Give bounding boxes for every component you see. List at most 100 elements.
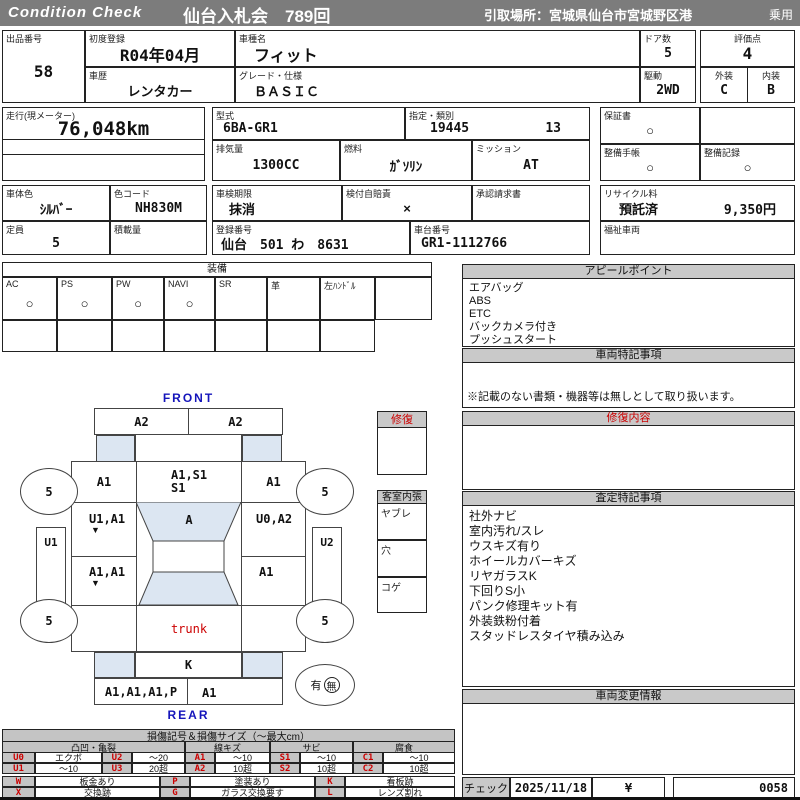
warranty-blank-cell [700,107,795,144]
front-bumper-left-code: A2 [134,414,149,429]
approval-request-cell: 承認請求書 [472,185,590,221]
legend-desc-u1: ～10 [35,763,102,774]
repair-mini-body [377,427,427,475]
legend-desc-w: 板金あり [35,776,160,787]
inspector-cell: ¥ [592,777,665,798]
body-color-cell: 車体色 ｼﾙﾊﾞｰ [2,185,110,221]
check-label-cell: チェック [462,777,510,798]
rear-bumper-left-cell: A1,A1,A1,P [94,678,188,705]
recycle-status-value: 預託済 [619,201,659,217]
rear-door-left-code: A1,A1 [89,565,126,579]
front-bumper-left-cell: A2 [94,408,189,435]
first-registration-value: R04年04月 [119,45,201,65]
cabin-row-hole-label: 穴 [381,546,391,557]
check-date-cell: 2025/11/18 [510,777,592,798]
change-info-content [462,703,795,775]
fuel-cell: 燃料 ｶﾞｿﾘﾝ [340,140,472,181]
legend-code-c1: C1 [353,752,383,763]
approval-request-label: 承認請求書 [476,189,522,199]
spare-yes-label: 有 [310,680,322,692]
equipment-value-ac: ○ [25,296,34,311]
repair-details-title: 修復内容 [462,411,795,426]
rear-door-right-code: A1 [259,565,274,579]
rear-door-left-cell: A1,A1 ▼ [71,556,137,606]
equipment-cell-blank [375,277,432,320]
legend-desc-p: 塗装あり [190,776,315,787]
legend-desc-u0: エクボ [35,752,102,763]
rear-bumper-left-code: A1,A1,A1,P [104,684,178,699]
maintenance-book-value: ○ [646,160,654,175]
insurance-value: × [403,200,411,216]
legend-code-a1: A1 [185,752,215,763]
equipment-title: 装備 [2,262,432,277]
inspection-value: 抹消 [229,201,256,217]
legend-desc-a1: ～10 [215,752,270,763]
wheel-front-left: 5 [20,468,78,515]
equipment-label-sr: SR [219,279,232,289]
legend-code-s1: S1 [270,752,300,763]
history-cell: 車歴 レンタカー [85,67,235,103]
legend-desc-u3: 20超 [132,763,185,774]
spare-tire-indicator: 有 無 [295,664,355,706]
drive-value: 2WD [656,82,680,98]
equipment-row2-cell [267,320,320,352]
wheel-rear-left: 5 [20,599,78,643]
equipment-row2-cell [320,320,375,352]
warranty-cell: 保証書 ○ [600,107,700,144]
legend-code-u2: U2 [102,752,132,763]
recycle-fee-values: 預託済 9,350円 [601,196,794,220]
sheet-number-cell: 0058 [673,777,795,798]
sill-left-cell: U1 [36,527,66,605]
front-fender-right-code: A1 [266,475,281,489]
tread-front-left: 5 [45,484,53,499]
equipment-label-leather: 革 [271,281,281,291]
load-capacity-cell: 積載量 [110,221,207,255]
front-door-right-cell: U0,A2 [241,502,306,557]
exterior-grade-value: C [720,82,728,98]
cowl-area [135,435,242,462]
equipment-cell-pw: PW ○ [112,277,164,320]
front-fender-left-code: A1 [96,475,112,489]
grade-value: ＢＡＳＩＣ [254,83,320,99]
equipment-row2-cell [164,320,215,352]
welfare-vehicle-cell: 福祉車両 [600,221,795,255]
model-name-cell: 車種名 フィット [235,30,640,67]
vehicle-notes-title: 車両特記事項 [462,348,795,363]
sill-right-cell: U2 [312,527,342,605]
lot-number-value: 58 [33,62,54,81]
vehicle-notes-content: ※記載のない書類・機器等は無しとして取り扱います。 [462,362,795,408]
legend-code-k: K [315,776,345,787]
assessment-notes-title: 査定特記事項 [462,491,795,506]
cabin-row-hole: 穴 [377,540,427,577]
quarter-panel-right-cell [241,605,306,652]
equipment-cell-sr: SR [215,277,267,320]
trunk-label: trunk [170,621,208,636]
cabin-row-burn-label: コゲ [381,583,401,594]
equipment-row2-cell [2,320,57,352]
maintenance-record-cell: 整備記録 ○ [700,144,795,181]
cabin-row-tear-label: ヤブレ [381,509,411,520]
maintenance-book-cell: 整備手帳 ○ [600,144,700,181]
a-pillar-right-shape [242,435,282,462]
history-value: レンタカー [127,83,193,99]
score-cell: 評価点 4 [700,30,795,67]
header-bar: Condition Check 仙台入札会 789回 引取場所：宮城県仙台市宮城… [0,0,800,26]
first-registration-cell: 初度登録 R04年04月 [85,30,235,67]
mileage-extra-row-2 [2,154,205,181]
repair-mini-title: 修復 [377,411,427,428]
displacement-value: 1300CC [252,158,300,173]
cabin-row-tear: ヤブレ [377,503,427,540]
front-label: FRONT [162,391,215,405]
legend-code-u1: U1 [2,763,35,774]
quarter-panel-left-cell [71,605,137,652]
c-pillar-left-shape [94,652,135,678]
model-code-value: 6BA-GR1 [223,121,278,136]
c-pillar-right-shape [242,652,283,678]
front-door-left-repair-mark: ▼ [91,525,100,535]
pickup-location: 引取場所：宮城県仙台市宮城野区港 [484,8,693,23]
spare-no-circled: 無 [323,677,340,693]
grade-cell: グレード・仕様 ＢＡＳＩＣ [235,67,640,103]
rear-window-shape [138,571,239,606]
legend-code-w: W [2,776,35,787]
doors-value: 5 [664,46,672,61]
